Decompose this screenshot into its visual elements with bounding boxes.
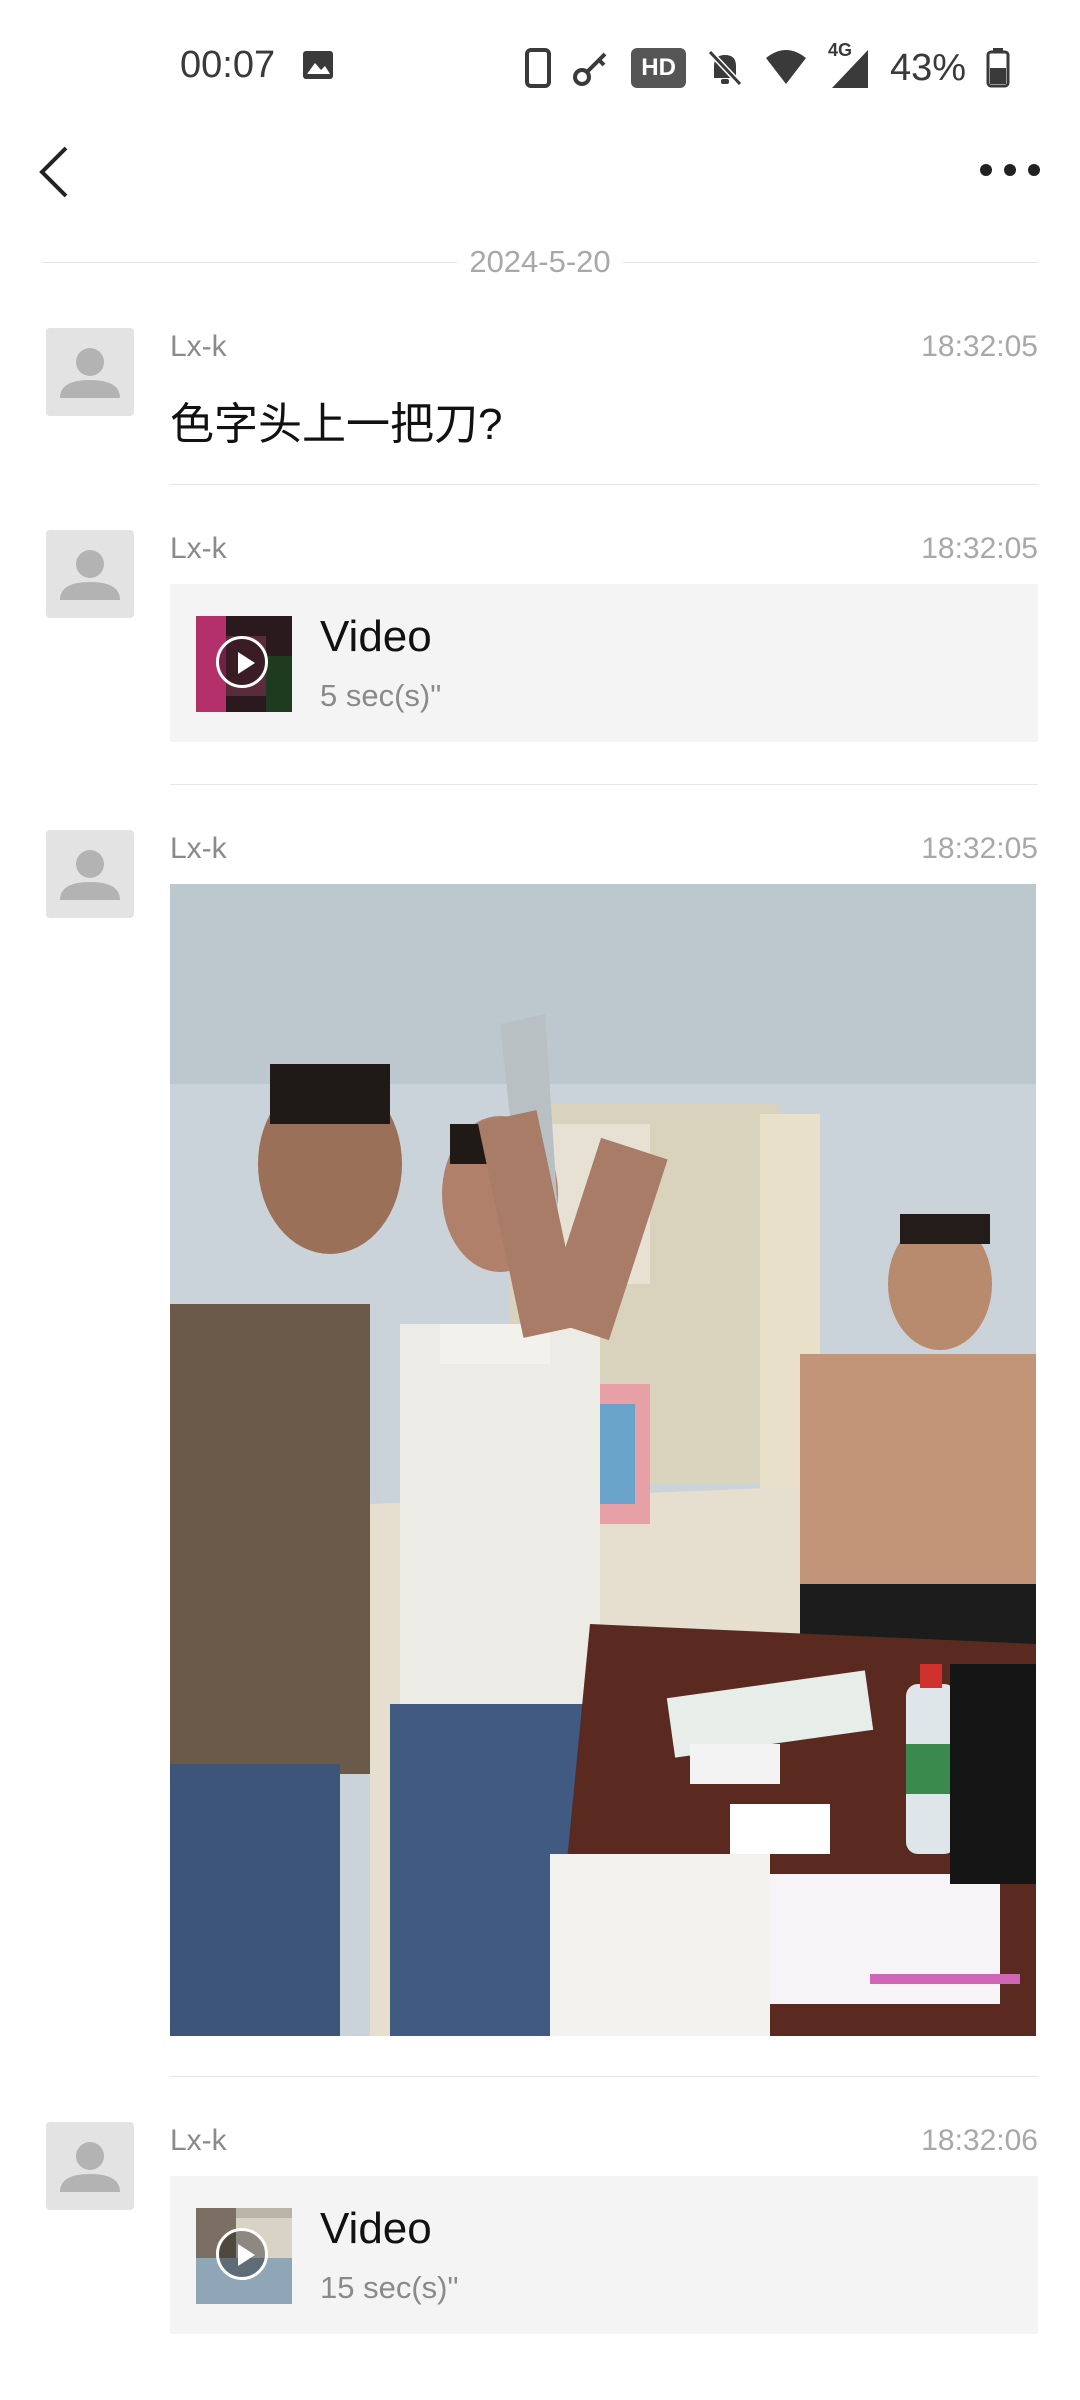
video-message-card[interactable]: Video 15 sec(s)": [170, 2176, 1038, 2334]
video-title: Video: [320, 612, 432, 661]
video-duration: 15 sec(s)": [320, 2270, 459, 2305]
divider: [170, 2076, 1038, 2077]
avatar[interactable]: [46, 530, 134, 618]
sender-name: Lx-k: [170, 330, 227, 363]
video-title: Video: [320, 2204, 432, 2253]
wifi-icon: [765, 50, 806, 84]
photo-message[interactable]: [170, 884, 1036, 2036]
divider: [170, 784, 1038, 785]
avatar[interactable]: [46, 2122, 134, 2210]
more-dots-icon[interactable]: [980, 160, 1040, 180]
person-icon: [60, 850, 120, 900]
message-time: 18:32:05: [921, 832, 1038, 865]
person-icon: [60, 348, 120, 398]
dot: [1028, 164, 1040, 176]
avatar[interactable]: [46, 328, 134, 416]
message-time: 18:32:05: [921, 330, 1038, 363]
video-thumbnail[interactable]: [196, 616, 292, 712]
key-icon: [573, 52, 607, 86]
hd-icon: HD: [631, 48, 686, 88]
image-icon: [303, 51, 333, 79]
sender-name: Lx-k: [170, 532, 227, 565]
play-icon: [216, 2228, 268, 2280]
video-message-card[interactable]: Video 5 sec(s)": [170, 584, 1038, 742]
message-time: 18:32:06: [921, 2124, 1038, 2157]
battery-icon: [986, 48, 1010, 88]
status-bar: 00:07 HD 4G 43%: [0, 0, 1080, 136]
dot: [980, 164, 992, 176]
video-thumbnail[interactable]: [196, 2208, 292, 2304]
network-label: 4G: [827, 40, 852, 60]
divider: [170, 484, 1038, 485]
battery-percent: 43%: [889, 46, 966, 89]
photo-image: [170, 884, 1036, 2036]
phone-icon: [525, 48, 552, 88]
dot: [1004, 164, 1016, 176]
person-icon: [60, 550, 120, 600]
mute-bell-icon: [707, 49, 743, 87]
sender-name: Lx-k: [170, 2124, 227, 2157]
sender-name: Lx-k: [170, 832, 227, 865]
avatar[interactable]: [46, 830, 134, 918]
message-text[interactable]: 色字头上一把刀?: [170, 388, 502, 452]
video-duration: 5 sec(s)": [320, 678, 442, 713]
status-icons: HD 4G 43%: [525, 40, 1010, 96]
nav-bar: [0, 136, 1080, 256]
play-icon: [216, 636, 268, 688]
signal-icon: 4G: [828, 40, 870, 90]
chevron-left-icon[interactable]: [36, 144, 76, 200]
status-time: 00:07: [180, 44, 276, 86]
divider: [623, 262, 1038, 263]
date-separator: 2024-5-20: [42, 242, 1038, 282]
message-time: 18:32:05: [921, 532, 1038, 565]
person-icon: [60, 2142, 120, 2192]
